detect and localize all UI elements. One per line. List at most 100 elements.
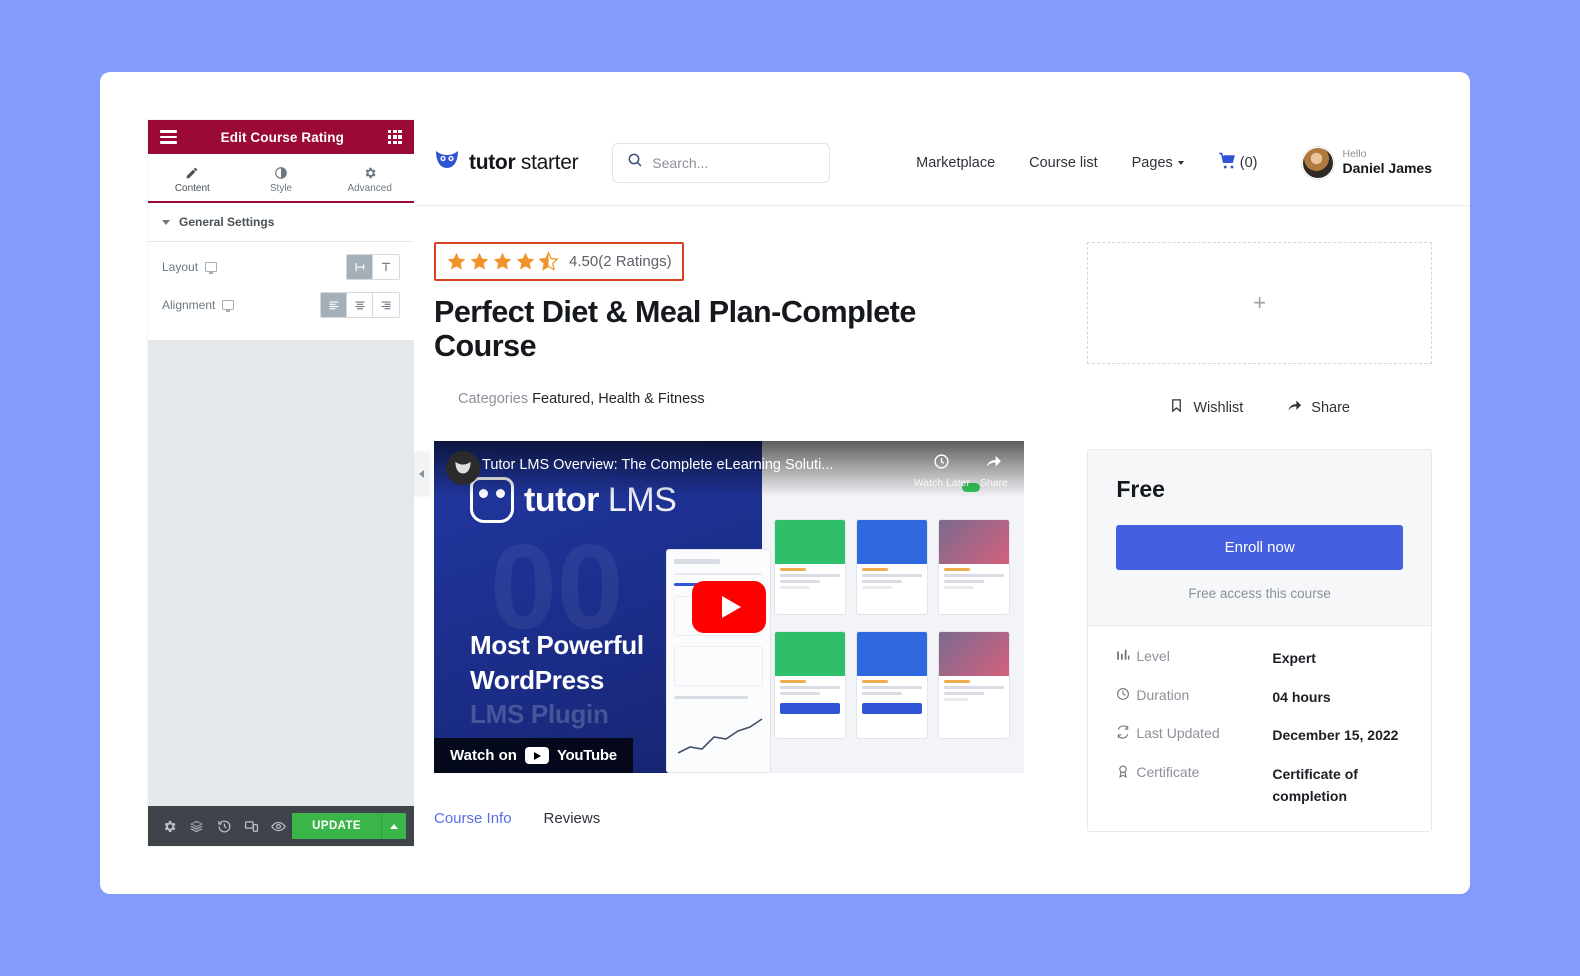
site-logo[interactable]: tutor starter [434, 149, 579, 176]
meta-value-last-updated: December 15, 2022 [1272, 727, 1399, 744]
tab-course-info[interactable]: Course Info [434, 810, 512, 837]
widget-drop-placeholder[interactable]: + [1087, 242, 1432, 364]
enroll-now-button[interactable]: Enroll now [1116, 525, 1403, 570]
meta-row-level: Level Expert [1116, 648, 1403, 670]
main-nav: Marketplace Course list Pages (0) Hello … [916, 146, 1433, 179]
brand-text: tutor starter [469, 150, 579, 175]
rating-stars [446, 251, 559, 272]
meta-value-level: Expert [1272, 650, 1316, 666]
avatar [1301, 146, 1334, 179]
search-box[interactable] [612, 142, 831, 183]
meta-value-duration: 04 hours [1272, 688, 1331, 705]
cart-link[interactable]: (0) [1218, 152, 1258, 174]
tab-advanced[interactable]: Advanced [325, 154, 414, 201]
watch-on-youtube-button[interactable]: Watch on YouTube [434, 738, 633, 774]
browser-window: Edit Course Rating Content Style Advance… [100, 72, 1470, 894]
control-layout-label-wrap: Layout [162, 260, 346, 275]
page-title: Perfect Diet & Meal Plan-Complete Course [434, 295, 916, 364]
user-text: Hello Daniel James [1343, 148, 1433, 177]
share-label: Share [1311, 399, 1350, 416]
tab-reviews[interactable]: Reviews [544, 810, 601, 837]
align-right-button[interactable] [373, 293, 399, 317]
desktop-icon[interactable] [222, 300, 235, 313]
layout-stacked-button[interactable] [373, 255, 399, 279]
course-price: Free [1116, 476, 1165, 502]
desktop-icon[interactable] [205, 262, 218, 275]
control-layout-label: Layout [162, 260, 199, 274]
hamburger-icon[interactable] [160, 130, 177, 144]
tab-style[interactable]: Style [237, 154, 326, 201]
video-ghost-text: 00 [490, 520, 624, 655]
nav-item-pages-label: Pages [1131, 154, 1173, 171]
chevron-up-icon[interactable] [381, 813, 406, 839]
responsive-icon[interactable] [238, 806, 265, 846]
cart-icon [1218, 152, 1237, 174]
align-center-button[interactable] [347, 293, 373, 317]
update-button-group: UPDATE [292, 813, 406, 839]
layers-icon[interactable] [183, 806, 210, 846]
share-button[interactable]: Share [1287, 398, 1350, 417]
watch-later-label: Watch Later [913, 477, 970, 490]
course-video-player[interactable]: 00 tutor LMS Most Powerful WordPress LMS… [434, 441, 1024, 774]
align-left-button[interactable] [321, 293, 347, 317]
star-icon-half [538, 251, 559, 271]
video-title[interactable]: Tutor LMS Overview: The Complete eLearni… [482, 453, 904, 473]
layout-option-group [346, 254, 400, 280]
clock-icon [933, 453, 950, 475]
owl-logo-icon [434, 149, 460, 176]
play-button-icon[interactable] [692, 581, 766, 634]
refresh-icon [1116, 725, 1136, 739]
share-arrow-icon [1287, 398, 1302, 417]
video-tagline: Most Powerful WordPress LMS Plugin [470, 628, 644, 731]
tab-content[interactable]: Content [148, 154, 237, 203]
layout-inline-button[interactable] [347, 255, 373, 279]
contrast-icon [274, 166, 288, 180]
meta-row-certificate: Certificate Certificate of completion [1116, 764, 1403, 807]
categories-label: Categories [458, 391, 529, 408]
categories-value[interactable]: Featured, Health & Fitness [532, 391, 704, 407]
brand-name-bold: tutor [469, 150, 516, 174]
user-box[interactable]: Hello Daniel James [1301, 146, 1433, 179]
pencil-icon [185, 166, 199, 180]
mock-course-card [938, 631, 1010, 740]
preview-icon[interactable] [265, 806, 292, 846]
nav-item-course-list[interactable]: Course list [1029, 155, 1098, 171]
panel-controls: Layout Alignment [148, 242, 414, 340]
course-rating-widget[interactable]: 4.50(2 Ratings) [434, 242, 684, 281]
panel-collapse-handle[interactable] [414, 452, 429, 496]
user-name: Daniel James [1342, 160, 1433, 177]
settings-icon[interactable] [156, 806, 183, 846]
mock-course-card [938, 519, 1010, 616]
section-general-settings[interactable]: General Settings [148, 203, 414, 242]
history-icon[interactable] [210, 806, 237, 846]
video-channel-avatar[interactable] [446, 451, 480, 486]
course-meta-list: Level Expert Duration 04 hours Last Upda… [1088, 626, 1431, 832]
mock-course-card [774, 631, 846, 740]
update-button[interactable]: UPDATE [292, 813, 381, 839]
nav-item-marketplace[interactable]: Marketplace [916, 155, 995, 171]
share-label: Share [979, 477, 1008, 490]
course-categories: Categories Featured, Health & Fitness [458, 391, 1054, 407]
wishlist-button[interactable]: Wishlist [1169, 398, 1243, 417]
meta-label-level: Level [1136, 648, 1170, 664]
meta-label-certificate: Certificate [1136, 764, 1200, 781]
wishlist-label: Wishlist [1193, 399, 1244, 416]
meta-label-last-updated: Last Updated [1136, 725, 1220, 742]
video-tagline-line1: Most Powerful [470, 630, 644, 661]
nav-item-pages[interactable]: Pages [1132, 155, 1184, 171]
youtube-label: YouTube [556, 747, 617, 765]
search-input[interactable] [652, 154, 816, 171]
share-button[interactable]: Share [980, 453, 1008, 489]
star-icon-full [516, 252, 535, 270]
course-actions: Wishlist Share [1087, 398, 1432, 417]
control-layout: Layout [162, 248, 400, 286]
tab-style-label: Style [269, 182, 293, 194]
brand-name-light: starter [515, 150, 579, 174]
watch-later-button[interactable]: Watch Later [914, 453, 970, 489]
enrollment-card: Free Enroll now Free access this course … [1087, 449, 1432, 833]
grid-icon[interactable] [387, 129, 402, 145]
panel-footer: UPDATE [148, 806, 414, 846]
video-top-bar: Tutor LMS Overview: The Complete eLearni… [434, 441, 1024, 498]
star-icon-full [493, 252, 512, 270]
user-greeting: Hello [1342, 148, 1367, 161]
